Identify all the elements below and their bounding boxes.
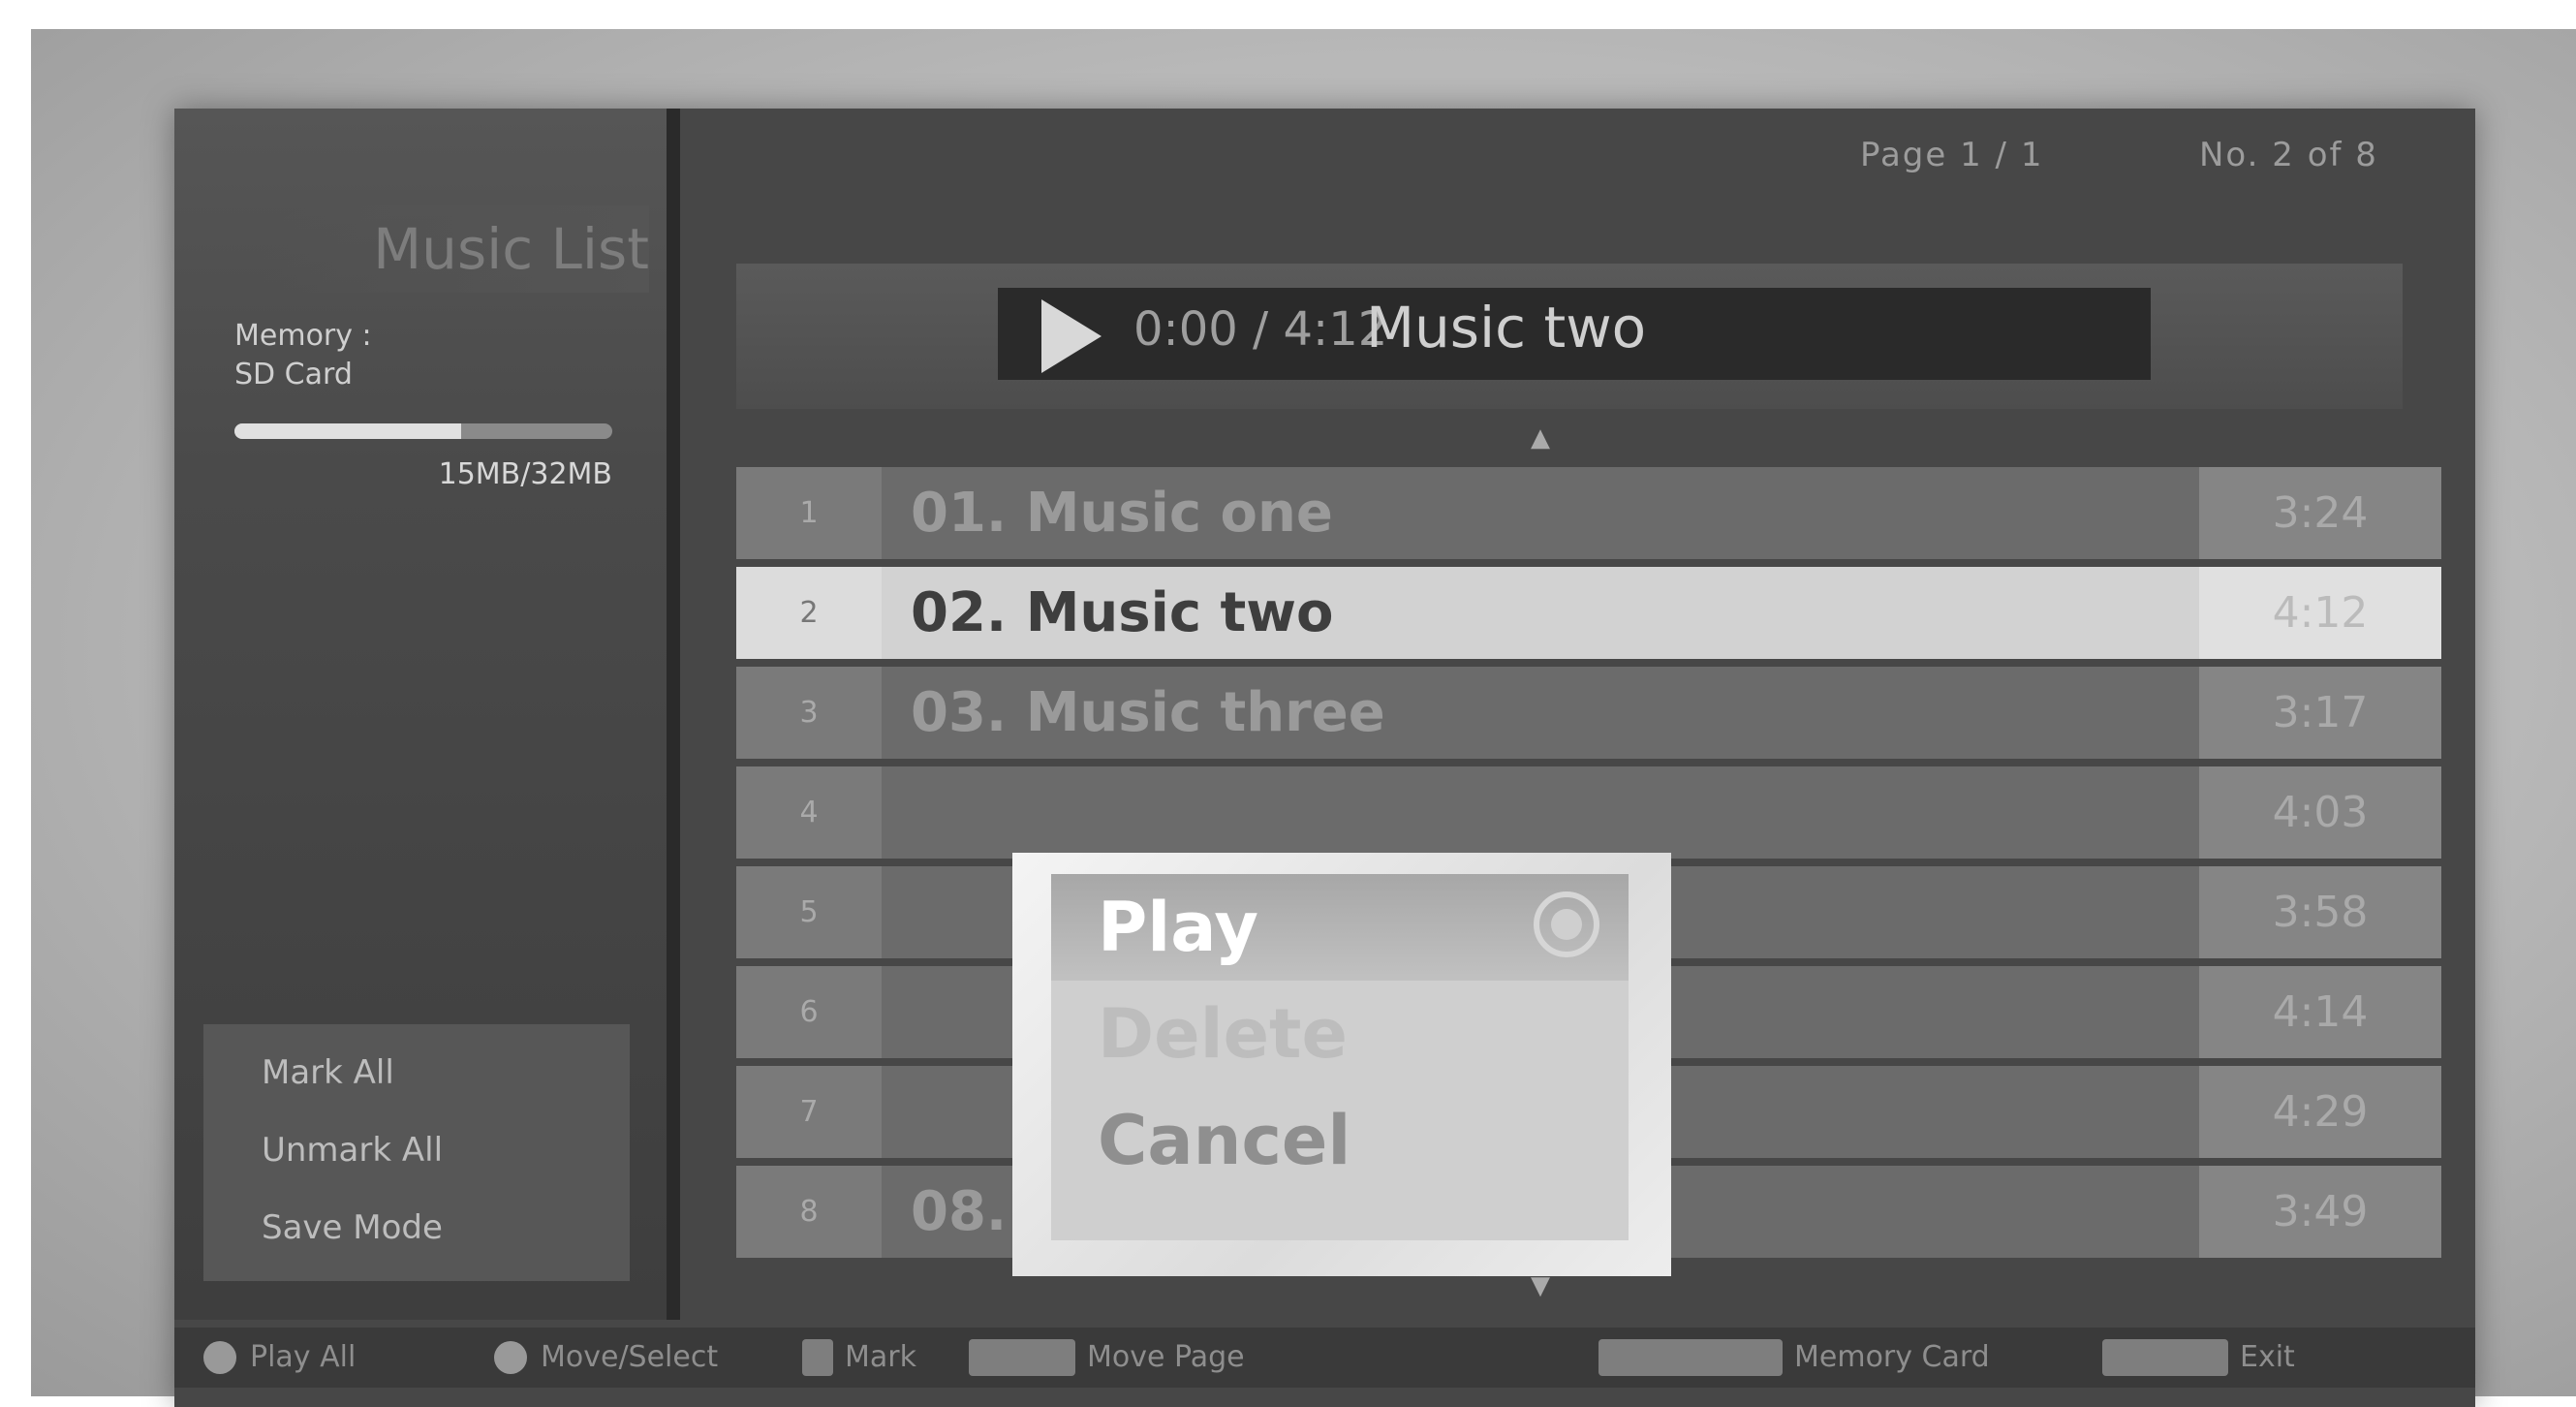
hint-move-select: Move/Select [541, 1340, 719, 1374]
hint-memory-card: Memory Card [1794, 1340, 1990, 1374]
hint-mark: Mark [845, 1340, 916, 1374]
track-row[interactable]: 4 4:03 [736, 766, 2441, 859]
section-heading: Music List [262, 205, 649, 293]
track-duration: 3:58 [2199, 866, 2441, 958]
exit-key-icon [2102, 1339, 2228, 1376]
track-title: 02. Music two [911, 581, 1334, 644]
selected-radio-icon [1534, 891, 1599, 957]
page-key-icon [969, 1339, 1075, 1376]
now-playing-time: 0:00 / 4:12 [1133, 302, 1388, 357]
memory-label-line2: SD Card [234, 358, 353, 391]
tv-screen: Music List Memory : SD Card 15MB/32MB Ma… [174, 109, 2475, 1407]
track-index: 5 [736, 866, 882, 958]
panel-divider [667, 109, 680, 1320]
track-duration: 3:17 [2199, 667, 2441, 759]
track-index: 8 [736, 1166, 882, 1258]
track-index: 1 [736, 467, 882, 559]
menu-play-label: Play [1098, 888, 1259, 967]
track-duration: 4:03 [2199, 766, 2441, 859]
memory-usage-text: 15MB/32MB [438, 457, 612, 491]
hint-play-all: Play All [250, 1340, 357, 1374]
track-count: No. 2 of 8 [2199, 136, 2378, 174]
memory-usage-fill [234, 423, 461, 439]
menu-item-delete[interactable]: Delete [1098, 981, 1621, 1087]
options-box: Mark All Unmark All Save Mode [203, 1024, 630, 1281]
track-duration: 3:24 [2199, 467, 2441, 559]
memory-label-line1: Memory : [234, 319, 372, 353]
track-duration: 3:49 [2199, 1166, 2441, 1258]
track-duration: 4:14 [2199, 966, 2441, 1058]
track-index: 7 [736, 1066, 882, 1158]
context-menu-list: Play Delete Cancel [1051, 874, 1629, 1240]
option-save-mode[interactable]: Save Mode [262, 1208, 443, 1247]
hint-exit: Exit [2240, 1340, 2295, 1374]
photo-background: Music List Memory : SD Card 15MB/32MB Ma… [31, 29, 2576, 1407]
ok-button-icon [203, 1341, 236, 1374]
option-mark-all[interactable]: Mark All [262, 1053, 394, 1092]
now-playing-title: Music two [1366, 295, 1647, 360]
memory-label: Memory : SD Card [234, 317, 372, 394]
track-index: 6 [736, 966, 882, 1058]
menu-item-play[interactable]: Play [1051, 874, 1629, 981]
track-duration: 4:29 [2199, 1066, 2441, 1158]
arrow-keys-icon [494, 1341, 527, 1374]
context-menu: Play Delete Cancel [1012, 853, 1671, 1276]
track-index: 4 [736, 766, 882, 859]
track-title: 01. Music one [911, 482, 1333, 545]
track-title: 03. Music three [911, 681, 1385, 744]
track-row[interactable]: 3 03. Music three 3:17 [736, 667, 2441, 759]
track-index: 3 [736, 667, 882, 759]
mark-key-icon [802, 1339, 833, 1376]
bottom-hint-bar: Play All Move/Select Mark Move Page Memo… [174, 1328, 2475, 1388]
option-unmark-all[interactable]: Unmark All [262, 1131, 443, 1170]
track-row-selected[interactable]: 2 02. Music two 4:12 [736, 567, 2441, 659]
left-panel: Music List Memory : SD Card 15MB/32MB Ma… [174, 109, 667, 1320]
hint-move-page: Move Page [1087, 1340, 1245, 1374]
scroll-up-icon[interactable]: ▲ [1531, 423, 1550, 453]
menu-item-cancel[interactable]: Cancel [1098, 1087, 1621, 1194]
play-icon [1041, 299, 1102, 373]
track-row[interactable]: 1 01. Music one 3:24 [736, 467, 2441, 559]
memory-card-key-icon [1598, 1339, 1783, 1376]
track-duration: 4:12 [2199, 567, 2441, 659]
page-info: Page 1 / 1 [1860, 136, 2044, 174]
memory-usage-bar [234, 423, 612, 439]
track-index: 2 [736, 567, 882, 659]
